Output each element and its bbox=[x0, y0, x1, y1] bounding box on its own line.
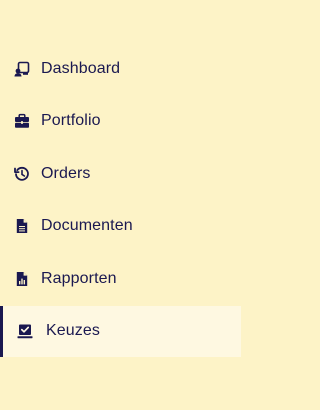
sidebar-item-portfolio[interactable]: Portfolio bbox=[0, 96, 241, 147]
sidebar-item-label: Portfolio bbox=[41, 112, 101, 130]
sidebar-item-label: Orders bbox=[41, 164, 91, 182]
sidebar-item-documenten[interactable]: Documenten bbox=[0, 201, 241, 252]
briefcase-icon bbox=[14, 113, 30, 129]
history-icon bbox=[14, 166, 30, 182]
sidebar-item-rapporten[interactable]: Rapporten bbox=[0, 253, 241, 304]
sidebar-item-label: Dashboard bbox=[41, 59, 121, 77]
dashboard-icon bbox=[14, 61, 30, 77]
check-square-icon bbox=[17, 323, 33, 339]
sidebar-item-label: Documenten bbox=[41, 217, 133, 235]
sidebar-item-keuzes[interactable]: Keuzes bbox=[0, 305, 241, 357]
document-icon bbox=[14, 218, 30, 234]
sidebar: Dashboard Portfolio Orders Documenten Ra… bbox=[0, 0, 241, 410]
sidebar-item-dashboard[interactable]: Dashboard bbox=[0, 43, 241, 94]
sidebar-item-label: Keuzes bbox=[46, 322, 100, 340]
sidebar-nav: Dashboard Portfolio Orders Documenten Ra… bbox=[0, 43, 241, 359]
sidebar-item-label: Rapporten bbox=[41, 269, 117, 287]
sidebar-item-orders[interactable]: Orders bbox=[0, 148, 241, 199]
report-icon bbox=[14, 271, 30, 287]
